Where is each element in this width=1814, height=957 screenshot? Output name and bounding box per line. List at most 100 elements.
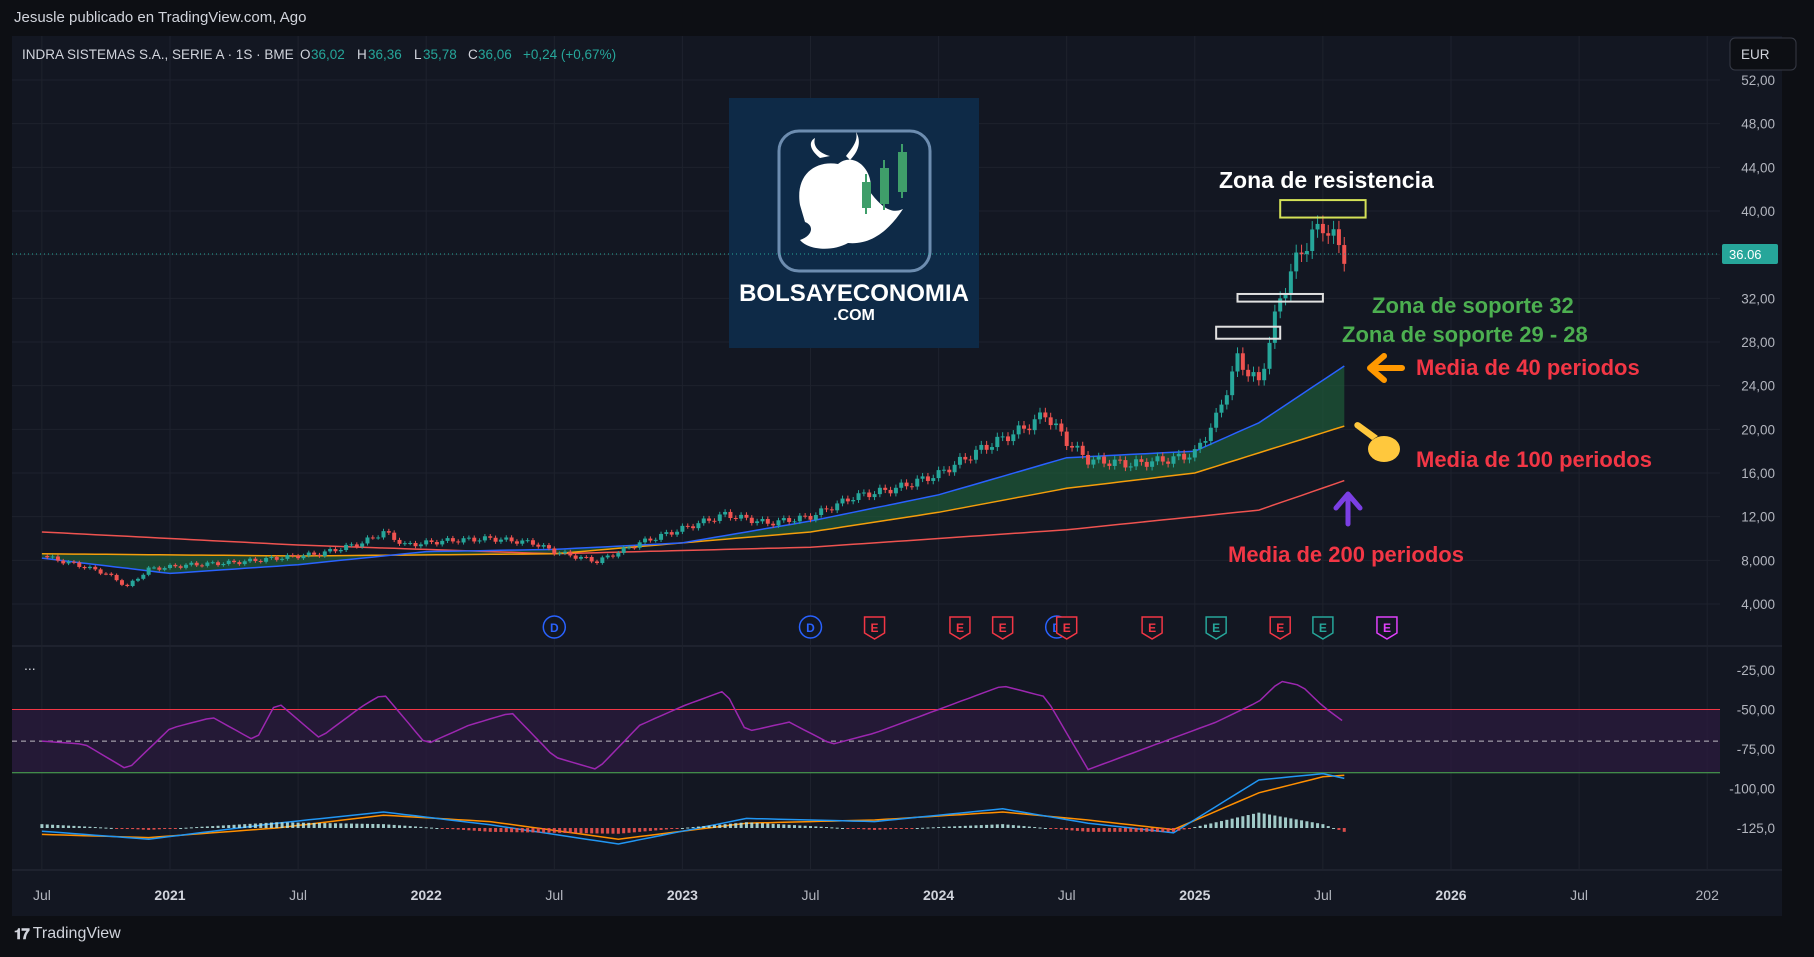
macd-hist-bar — [440, 828, 444, 829]
macd-hist-bar — [317, 823, 321, 828]
candle-body — [1331, 229, 1336, 236]
macd-hist-bar — [1054, 828, 1058, 829]
candle-body — [691, 526, 696, 529]
candle-body — [274, 557, 279, 560]
candle-body — [1016, 425, 1021, 435]
candle-body — [717, 514, 722, 521]
macd-hist-bar — [536, 828, 540, 833]
macd-hist-bar — [312, 822, 316, 828]
candle-body — [685, 525, 690, 527]
candle-body — [765, 518, 770, 524]
macd-hist-bar — [1241, 816, 1245, 828]
macd-hist-bar — [862, 828, 866, 830]
macd-hist-bar — [1134, 828, 1138, 832]
candle-body — [130, 580, 135, 586]
candle-body — [984, 444, 989, 450]
macd-hist-bar — [408, 826, 412, 828]
time-tick-label: 2025 — [1179, 887, 1210, 903]
macd-hist-bar — [1177, 828, 1181, 831]
macd-hist-bar — [520, 828, 524, 833]
candle-body — [162, 568, 167, 570]
macd-hist-bar — [1155, 828, 1159, 832]
macd-hist-bar — [93, 827, 97, 829]
macd-hist-bar — [542, 828, 546, 833]
macd-hist-bar — [857, 828, 861, 829]
candle-body — [1214, 412, 1219, 428]
indicator-tick-label: -125,0 — [1737, 821, 1775, 836]
macd-hist-bar — [365, 823, 369, 828]
macd-hist-bar — [414, 826, 418, 828]
candle-body — [845, 498, 850, 502]
macd-hist-bar — [163, 828, 167, 829]
macd-hist-bar — [1081, 828, 1085, 832]
candle-body — [578, 556, 583, 559]
macd-hist-bar — [307, 822, 311, 828]
macd-hist-bar — [1027, 826, 1031, 828]
macd-hist-bar — [99, 827, 103, 829]
candle-body — [989, 447, 994, 450]
open-label: O — [300, 47, 311, 62]
candle-body — [1000, 436, 1005, 438]
macd-hist-bar — [1236, 817, 1239, 828]
candle-body — [739, 514, 744, 519]
chart-area[interactable]: INDRA SISTEMAS S.A., SERIE A · 1S · BME … — [0, 0, 1814, 920]
price-tick-label: 8,000 — [1741, 553, 1775, 568]
macd-hist-bar — [157, 828, 161, 830]
candle-body — [637, 542, 642, 548]
candle-body — [466, 537, 471, 539]
macd-hist-bar — [333, 823, 337, 828]
macd-hist-bar — [867, 828, 871, 830]
macd-hist-bar — [83, 826, 87, 828]
candle-body — [920, 476, 925, 479]
macd-hist-bar — [691, 827, 695, 829]
candle-body — [659, 533, 664, 540]
macd-hist-bar — [590, 828, 594, 834]
macd-hist-bar — [825, 827, 829, 829]
candle-body — [1256, 372, 1261, 381]
macd-hist-bar — [291, 822, 295, 828]
macd-hist-bar — [173, 828, 177, 829]
macd-hist-bar — [1166, 828, 1170, 832]
footer-brand[interactable]: 𝟏𝟕 TradingView — [14, 925, 121, 943]
macd-hist-bar — [1182, 828, 1186, 830]
logo-domain: .COM — [833, 307, 875, 324]
candle-body — [429, 540, 434, 543]
price-tick-label: 20,00 — [1741, 422, 1775, 437]
candle-body — [749, 517, 754, 524]
candle-body — [1283, 295, 1288, 299]
macd-hist-bar — [1006, 824, 1010, 828]
macd-hist-bar — [809, 826, 812, 828]
indicator-tick-label: -25,00 — [1737, 663, 1775, 678]
macd-hist-bar — [1049, 828, 1053, 829]
macd-hist-bar — [1252, 813, 1256, 828]
candle-body — [237, 562, 242, 565]
macd-hist-bar — [221, 825, 225, 828]
candle-body — [157, 567, 162, 570]
candle-body — [1139, 459, 1144, 462]
macd-hist-bar — [1070, 828, 1074, 831]
candle-body — [883, 487, 888, 490]
candle-body — [669, 532, 674, 535]
macd-hist-bar — [40, 824, 44, 828]
macd-hist-bar — [889, 828, 893, 830]
macd-hist-bar — [179, 828, 183, 829]
candle-body — [1070, 445, 1075, 448]
macd-hist-bar — [547, 828, 551, 833]
candle-body — [808, 515, 813, 520]
time-tick-label: Jul — [1314, 887, 1332, 903]
candle-body — [141, 574, 146, 579]
macd-hist-bar — [712, 825, 716, 828]
macd-hist-bar — [77, 826, 81, 828]
candle-body — [1326, 233, 1331, 236]
currency-button[interactable]: EUR — [1729, 37, 1797, 71]
candle-body — [680, 525, 685, 532]
indicator-more-icon[interactable]: ... — [24, 657, 36, 673]
macd-hist-bar — [189, 827, 193, 829]
candle-body — [285, 555, 290, 559]
ma100-label: Media de 100 periodos — [1416, 447, 1652, 472]
candle-body — [1336, 229, 1341, 246]
candle-body — [397, 539, 402, 544]
macd-hist-bar — [985, 824, 989, 828]
macd-hist-bar — [1102, 828, 1106, 832]
macd-hist-bar — [702, 826, 706, 828]
